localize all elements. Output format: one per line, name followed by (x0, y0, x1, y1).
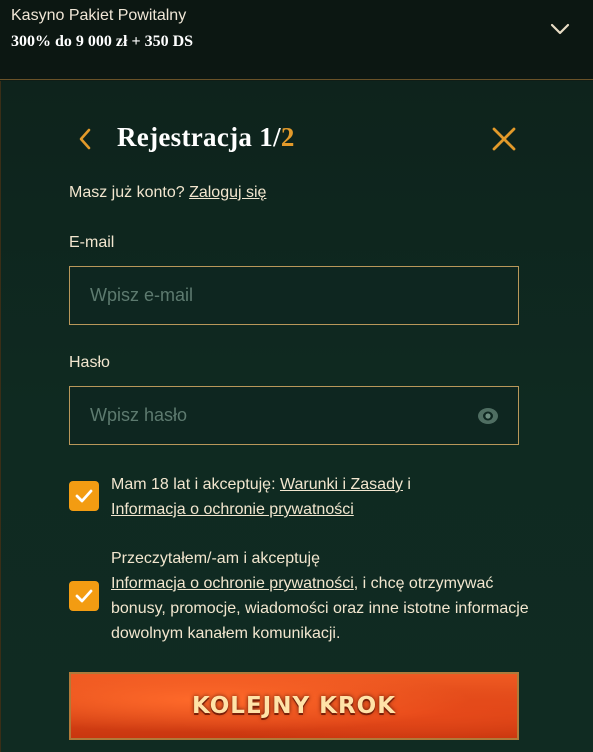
privacy-link-marketing[interactable]: Informacja o ochronie prywatności (111, 575, 354, 592)
email-label: E-mail (69, 234, 115, 251)
terms-text-middle: i (402, 476, 411, 493)
page-title: Rejestracja 1/2 (117, 122, 295, 153)
email-field[interactable] (70, 267, 518, 324)
welcome-package-title: Kasyno Pakiet Powitalny (11, 7, 187, 24)
chevron-down-icon[interactable] (549, 20, 571, 38)
checkmark-icon (75, 489, 93, 503)
chevron-left-icon[interactable] (76, 127, 94, 151)
account-prompt-line: Masz już konto? Zaloguj się (69, 184, 266, 202)
terms-link[interactable]: Warunki i Zasady (280, 476, 403, 493)
password-label: Hasło (69, 354, 110, 371)
password-field-wrapper (69, 386, 519, 445)
marketing-text-before: Przeczytałem/-am i akceptuję (111, 550, 320, 567)
checkmark-icon (75, 589, 93, 603)
terms-consent-text: Mam 18 lat i akceptuję: Warunki i Zasady… (111, 472, 411, 522)
eye-icon[interactable] (477, 406, 499, 426)
terms-checkbox[interactable] (69, 481, 99, 511)
account-prompt: Masz już konto? (69, 184, 185, 201)
welcome-package-offer: 300% do 9 000 zł + 350 DS (11, 33, 194, 50)
terms-text-before: Mam 18 lat i akceptuję: (111, 476, 280, 493)
login-link[interactable]: Zaloguj się (189, 184, 266, 201)
email-field-wrapper (69, 266, 519, 325)
marketing-consent-text: Przeczytałem/-am i akceptuję Informacja … (111, 546, 531, 646)
marketing-checkbox[interactable] (69, 581, 99, 611)
password-field[interactable] (70, 387, 518, 444)
close-icon[interactable] (490, 125, 518, 153)
welcome-package-bar[interactable]: Kasyno Pakiet Powitalny 300% do 9 000 zł… (0, 0, 593, 80)
next-step-label: KOLEJNY KROK (191, 693, 397, 719)
step-total: 2 (280, 122, 295, 152)
step-current: Rejestracja 1/ (117, 122, 281, 152)
privacy-link-terms[interactable]: Informacja o ochronie prywatności (111, 501, 354, 518)
next-step-button[interactable]: KOLEJNY KROK (69, 672, 519, 740)
